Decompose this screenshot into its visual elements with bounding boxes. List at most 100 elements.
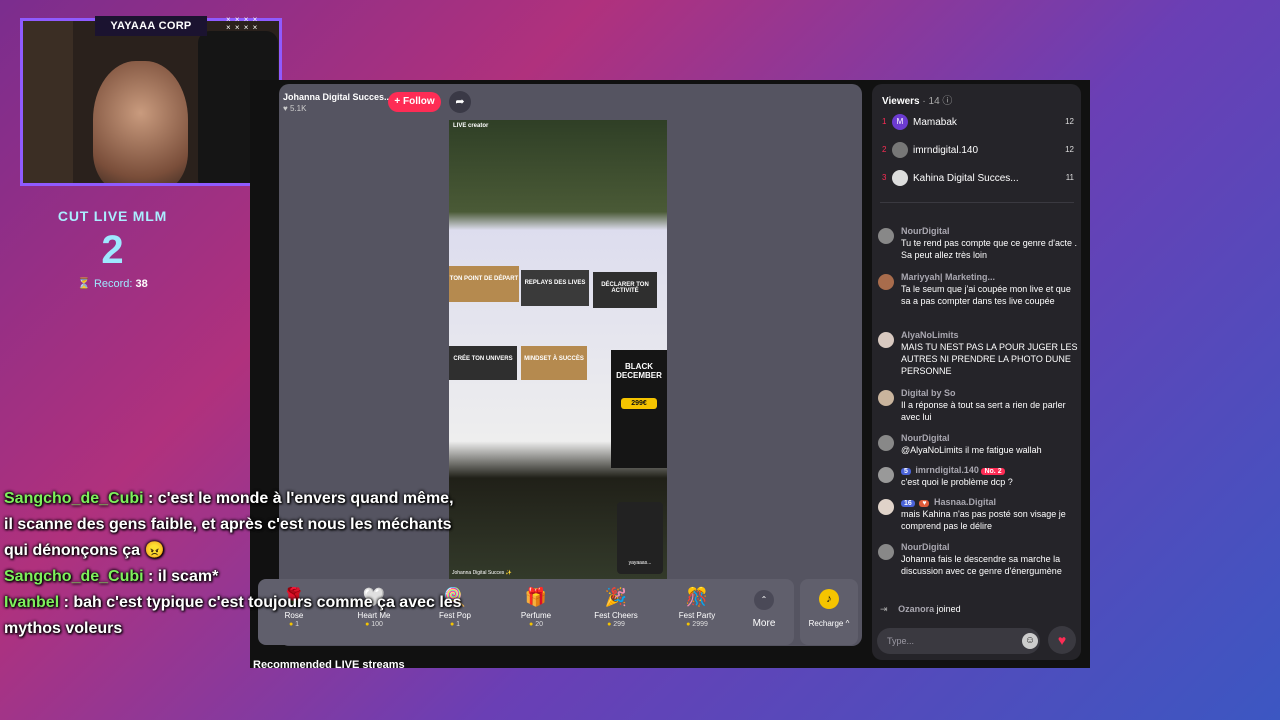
phone-screen: LIVE creator TON POINT DE DÉPART REPLAYS…	[449, 120, 667, 579]
gift-perfume[interactable]: 🎁 Perfume 20	[500, 585, 572, 628]
viewer-rank: 3	[882, 173, 887, 182]
twitch-username: Sangcho_de_Cubi	[4, 490, 144, 507]
viewer-row[interactable]: 3 Kahina Digital Succes... 11	[880, 170, 1074, 188]
viewer-rank: 2	[882, 145, 887, 154]
avatar	[878, 332, 894, 348]
joined-notice: ⇥ Ozanora joined	[880, 604, 961, 615]
phone-live-tag: LIVE creator	[453, 123, 489, 129]
gift-name: Fest Cheers	[594, 611, 638, 620]
phone-card: MINDSET À SUCCÈS	[521, 346, 587, 380]
chat-message[interactable]: Mariyyah| Marketing... Ta le seum que j'…	[878, 272, 1078, 307]
fest-cheers-icon: 🎉	[604, 587, 628, 607]
viewer-row[interactable]: 2 imrndigital.140 12	[880, 142, 1074, 160]
emoji-icon[interactable]: ☺	[1022, 633, 1038, 649]
gift-name: Perfume	[520, 611, 552, 620]
chat-message[interactable]: NourDigital @AlyaNoLimits il me fatigue …	[878, 433, 1078, 456]
hourglass-icon: ⏳	[77, 278, 91, 290]
phone-mini-preview: yayaaas...	[617, 502, 663, 574]
chat-username[interactable]: NourDigital	[901, 226, 1078, 236]
twitch-chat-message: Sangcho_de_Cubi : c'est le monde à l'env…	[4, 486, 464, 564]
coin-icon: ♪	[819, 589, 839, 609]
viewers-header: Viewers · 14 ⓘ	[882, 92, 952, 107]
chat-message[interactable]: Digital by So Il a réponse à tout sa ser…	[878, 388, 1078, 423]
chat-message[interactable]: 16 ♥ Hasnaa.Digital mais Kahina n'as pas…	[878, 497, 1078, 532]
chat-text: Ta le seum que j'ai coupée mon live et q…	[901, 284, 1071, 306]
recommended-title: Recommended LIVE streams	[253, 659, 405, 671]
host-likes: ♥ 5.1K	[283, 104, 307, 113]
chevron-up-icon: ⌃	[754, 590, 774, 610]
more-label: More	[752, 618, 776, 629]
viewers-count: · 14 ⓘ	[922, 96, 953, 107]
chat-text: @AlyaNoLimits il me fatigue wallah	[901, 445, 1042, 455]
viewer-name: Mamabak	[913, 117, 957, 128]
viewers-title: Viewers	[882, 96, 920, 107]
record-value: 38	[135, 278, 148, 290]
avatar	[878, 228, 894, 244]
level-badge: 5	[901, 468, 911, 475]
chat-text: MAIS TU NEST PAS LA POUR JUGER LES AUTRE…	[901, 342, 1078, 376]
phone-card: TON POINT DE DÉPART	[449, 266, 519, 302]
record-label: Record:	[93, 278, 133, 290]
cam-decoration: × × × × × × × ×	[226, 15, 259, 32]
joined-user[interactable]: Ozanora	[898, 604, 934, 614]
joined-text: joined	[936, 604, 961, 614]
chat-username[interactable]: 16 ♥ Hasnaa.Digital	[901, 497, 1078, 507]
chat-username[interactable]: NourDigital	[901, 433, 1078, 443]
twitch-chat-message: Sangcho_de_Cubi : il scam*	[4, 564, 464, 590]
twitch-username: Ivanbel	[4, 594, 60, 611]
recharge-button[interactable]: ♪ Recharge ^	[800, 579, 858, 645]
rank-badge: No. 2	[981, 468, 1005, 475]
chat-text: mais Kahina n'as pas posté son visage je…	[901, 509, 1066, 531]
avatar	[878, 544, 894, 560]
phone-card: DÉCLARER TON ACTIVITÉ	[593, 272, 657, 308]
chat-message[interactable]: AlyaNoLimits MAIS TU NEST PAS LA POUR JU…	[878, 330, 1078, 377]
chat-username[interactable]: Digital by So	[901, 388, 1078, 398]
gift-fest-cheers[interactable]: 🎉 Fest Cheers 299	[580, 585, 652, 628]
chat-text: Johanna fais le descendre sa marche la d…	[901, 554, 1062, 576]
chat-input[interactable]	[877, 628, 1040, 654]
phone-card: REPLAYS DES LIVES	[521, 270, 589, 306]
fest-party-icon: 🎊	[685, 587, 709, 607]
chat-username[interactable]: AlyaNoLimits	[901, 330, 1078, 340]
chat-message[interactable]: 5 imrndigital.140 No. 2 c'est quoi le pr…	[878, 465, 1078, 488]
counter-value: 2	[101, 228, 124, 272]
avatar	[892, 142, 908, 158]
avatar	[878, 390, 894, 406]
divider	[880, 202, 1074, 203]
avatar	[878, 499, 894, 515]
cut-counter: CUT LIVE MLM 2 ⏳ Record: 38	[20, 208, 205, 290]
cam-label: YAYAAA CORP	[95, 16, 207, 36]
avatar	[878, 274, 894, 290]
chat-username-text: Hasnaa.Digital	[933, 497, 997, 507]
gift-price: 2999	[661, 621, 733, 628]
chat-message[interactable]: NourDigital Johanna fais le descendre sa…	[878, 542, 1078, 577]
more-gifts-button[interactable]: ⌃ More	[748, 590, 780, 629]
heart-icon[interactable]: ♥	[1048, 626, 1076, 654]
chat-text: c'est quoi le problème dcp ?	[901, 477, 1013, 487]
host-info[interactable]: Johanna Digital Succes... ♥ 5.1K	[283, 92, 392, 113]
chat-username-text: imrndigital.140	[915, 465, 979, 475]
level-badge: 16	[901, 500, 915, 507]
gift-price: 299	[580, 621, 652, 628]
side-panel: Viewers · 14 ⓘ 1 M Mamabak 12 2 imrndigi…	[872, 84, 1081, 660]
webcam-person	[93, 61, 188, 183]
chat-username[interactable]: Mariyyah| Marketing...	[901, 272, 1078, 282]
twitch-chat-overlay: Sangcho_de_Cubi : c'est le monde à l'env…	[4, 486, 464, 642]
chat-message[interactable]: NourDigital Tu te rend pas compte que ce…	[878, 226, 1078, 261]
viewer-row[interactable]: 1 M Mamabak 12	[880, 114, 1074, 132]
host-name[interactable]: Johanna Digital Succes...	[283, 92, 392, 102]
chat-username[interactable]: 5 imrndigital.140 No. 2	[901, 465, 1078, 475]
twitch-text: : il scam*	[148, 568, 219, 585]
chat-username[interactable]: NourDigital	[901, 542, 1078, 552]
chat-text: Il a réponse à tout sa sert a rien de pa…	[901, 400, 1066, 422]
avatar: M	[892, 114, 908, 130]
gift-fest-party[interactable]: 🎊 Fest Party 2999	[661, 585, 733, 628]
chat-text: Tu te rend pas compte que ce genre d'act…	[901, 238, 1077, 260]
twitch-text: : bah c'est typique c'est toujours comme…	[4, 594, 462, 637]
webcam-background	[23, 21, 73, 183]
follow-button[interactable]: + Follow	[388, 92, 441, 112]
share-icon[interactable]: ➦	[449, 91, 471, 113]
twitch-chat-message: Ivanbel : bah c'est typique c'est toujou…	[4, 590, 464, 642]
phone-card: CRÉE TON UNIVERS	[449, 346, 517, 380]
avatar	[878, 435, 894, 451]
